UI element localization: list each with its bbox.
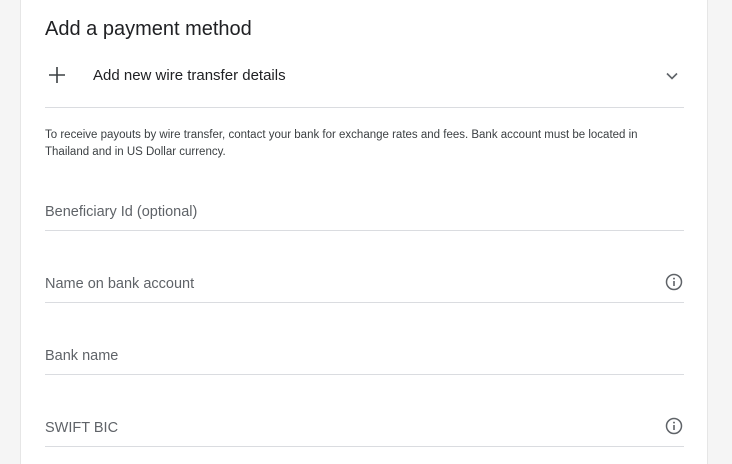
beneficiary-id-field[interactable] [45, 190, 684, 231]
page-title: Add a payment method [45, 18, 252, 40]
beneficiary-id-input[interactable] [45, 190, 684, 228]
swift-bic-input[interactable] [45, 406, 684, 444]
payment-method-card: Add a payment method Add new wire transf… [20, 0, 708, 464]
bank-name-input[interactable] [45, 334, 684, 372]
bank-name-field[interactable] [45, 334, 684, 375]
name-on-bank-account-field[interactable] [45, 262, 684, 303]
swift-bic-field[interactable] [45, 406, 684, 447]
info-icon[interactable] [665, 417, 683, 435]
add-wire-transfer-option[interactable]: Add new wire transfer details [45, 54, 684, 108]
info-icon[interactable] [665, 273, 683, 291]
plus-icon [48, 66, 66, 84]
name-on-bank-account-input[interactable] [45, 262, 684, 300]
chevron-down-icon[interactable] [664, 68, 680, 84]
wire-transfer-notice: To receive payouts by wire transfer, con… [45, 129, 638, 158]
add-wire-transfer-label: Add new wire transfer details [93, 67, 286, 84]
